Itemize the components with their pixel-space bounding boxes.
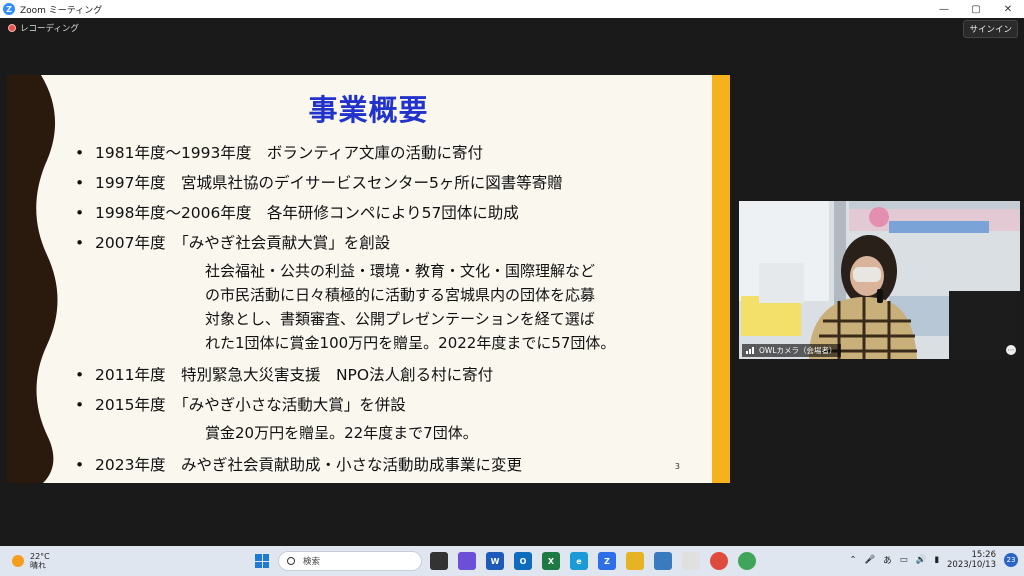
taskbar-search[interactable]: 検索 [278,551,422,571]
task-view-icon[interactable] [430,552,448,570]
start-button[interactable] [255,554,269,568]
minimize-button[interactable]: — [928,0,960,18]
slide-title: 事業概要 [308,93,429,127]
weather-temperature: 22°C [30,552,50,561]
participant-name-label: OWLカメラ（会場者） [742,344,841,357]
search-icon [287,557,295,565]
outlook-icon[interactable]: O [514,552,532,570]
clock[interactable]: 15:26 2023/10/13 [947,550,996,570]
word-icon[interactable]: W [486,552,504,570]
notification-badge[interactable]: 23 [1004,553,1018,567]
clock-date: 2023/10/13 [947,560,996,570]
bullet-description-2015: 賞金20万円を贈呈。22年度まで7団体。 [205,424,478,442]
chrome-icon[interactable] [710,552,728,570]
bullet-item: • 2011年度 特別緊急大災害支援 NPO法人創る村に寄付 [75,366,494,384]
battery-icon[interactable]: ▮ [934,555,939,565]
zoom-app-icon[interactable]: Z [598,552,616,570]
search-placeholder: 検索 [303,557,321,567]
shared-slide: 事業概要 • 1981年度〜1993年度 ボランティア文庫の活動に寄付 • 1997… [7,75,730,483]
bullet-item: • 1997年度 宮城県社協のデイサービスセンター5ヶ所に図書等寄贈 [75,174,563,192]
zoom-logo-icon: Z [3,3,15,15]
taskbar-apps: W O X e Z [430,552,756,570]
clock-time: 15:26 [971,550,997,560]
teams-icon[interactable] [458,552,476,570]
ime-indicator[interactable]: あ [883,554,892,566]
notepad-icon[interactable] [654,552,672,570]
recording-label: レコーディング [20,24,79,34]
maximize-button[interactable]: ▢ [960,0,992,18]
slide-gold-bar [712,75,730,483]
bullet-item: • 1998年度〜2006年度 各年研修コンペにより57団体に助成 [75,204,519,222]
microphone-icon[interactable]: 🎤 [865,555,876,565]
participant-video[interactable]: OWLカメラ（会場者） ⋯ [739,201,1020,359]
edge-icon[interactable]: e [570,552,588,570]
display-icon[interactable]: ▭ [900,555,908,565]
slide-wave-decoration [7,75,58,483]
zoom-topbar: レコーディング サインイン [0,18,1024,38]
windows-taskbar: 22°C 晴れ 検索 W O X e Z ⌃ 🎤 あ ▭ 🔊 ▮ 15:26 2… [0,546,1024,576]
weather-description: 晴れ [30,561,46,570]
file-explorer-icon[interactable] [626,552,644,570]
video-more-options-icon[interactable]: ⋯ [1006,345,1016,355]
bullet-description-2007: 社会福祉・公共の利益・環境・教育・文化・国際理解など の市民活動に日々積極的に活… [205,262,616,352]
signal-bars-icon [746,347,756,354]
slide-page-number: 3 [674,462,680,471]
camera-feed-image [739,201,1020,359]
chevron-up-icon[interactable]: ⌃ [849,555,856,565]
bullet-item: • 2023年度 みやぎ社会貢献助成・小さな活動助成事業に変更 [75,456,522,474]
speaker-icon[interactable]: 🔊 [916,555,927,565]
slack-icon[interactable] [682,552,700,570]
window-titlebar: Z Zoom ミーティング — ▢ ✕ [0,0,1024,18]
window-controls: — ▢ ✕ [928,0,1024,18]
system-tray: ⌃ 🎤 あ ▭ 🔊 ▮ 15:26 2023/10/13 23 [849,550,1018,570]
signin-button[interactable]: サインイン [963,20,1018,38]
bullet-item: • 2007年度 「みやぎ社会貢献大賞」を創設 [75,234,391,252]
excel-icon[interactable]: X [542,552,560,570]
recording-indicator[interactable]: レコーディング [8,22,79,34]
sun-icon [12,555,24,567]
close-button[interactable]: ✕ [992,0,1024,18]
weather-widget[interactable]: 22°C 晴れ [12,552,50,570]
record-dot-icon [8,24,16,32]
chrome-profile-icon[interactable] [738,552,756,570]
window-title: Zoom ミーティング [20,5,103,16]
bullet-item: • 1981年度〜1993年度 ボランティア文庫の活動に寄付 [75,144,483,162]
bullet-item: • 2015年度 「みやぎ小さな活動大賞」を併設 [75,396,406,414]
